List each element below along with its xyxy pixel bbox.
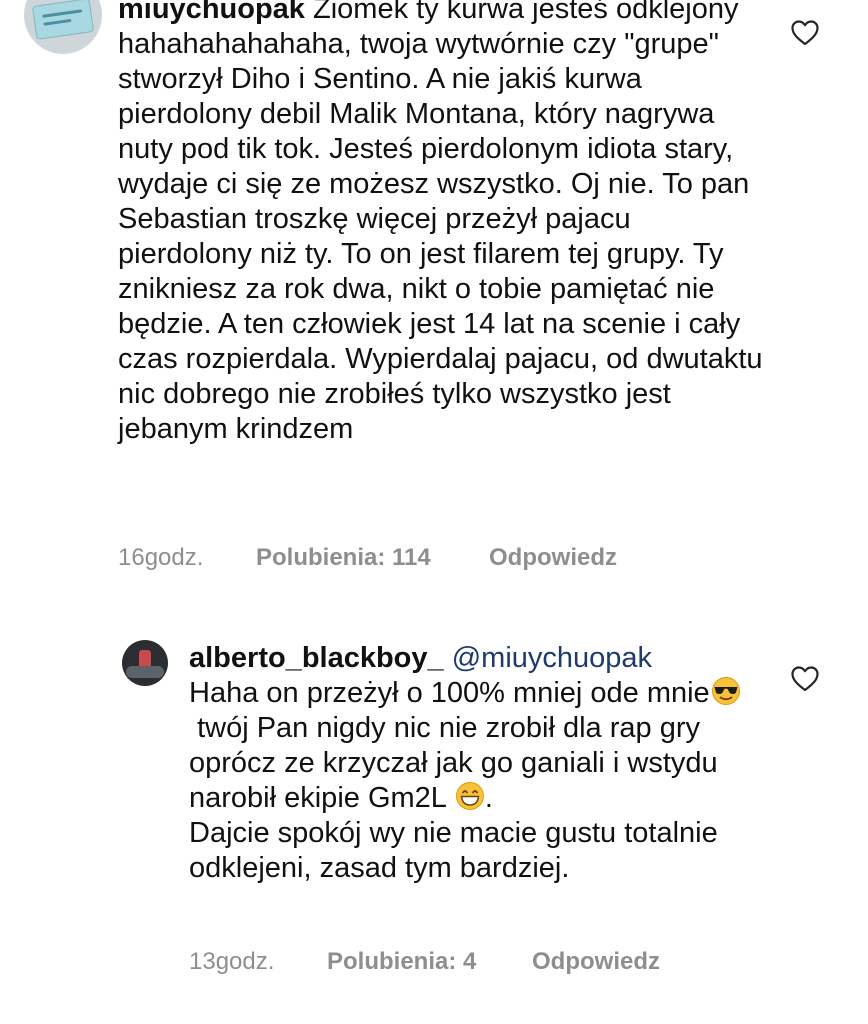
comment-text: Ziomek ty kurwa jesteś odklejony hahahah… [118,0,771,445]
reply-reply-button[interactable]: Odpowiedz [532,947,660,977]
reply-text-line3: . [484,782,493,814]
commenter-avatar[interactable] [24,0,102,54]
reply-body: Haha on przeżył o 100% mniej ode mnie tw… [189,676,749,886]
heart-outline-icon[interactable] [791,666,819,692]
comment-username[interactable]: miuychuopak [118,0,305,25]
reply-header: alberto_blackboy_ @miuychuopak [189,641,652,676]
reply-timestamp: 13godz. [189,948,275,975]
reply-meta: 13godz. Polubienia: 4 Odpowiedz [189,947,660,977]
reply-text-line4: Dajcie spokój wy nie macie gustu totalni… [189,817,726,884]
heart-outline-icon[interactable] [791,20,819,46]
avatar-car-graphic [126,666,164,678]
comment-timestamp: 16godz. [118,544,204,571]
reply-mention[interactable]: @miuychuopak [452,642,652,674]
comment-meta: 16godz. Polubienia: 114 Odpowiedz [118,543,617,573]
reply-username[interactable]: alberto_blackboy_ [189,642,444,674]
comment-body: miuychuopak Ziomek ty kurwa jesteś odkle… [118,0,768,447]
grinning-emoji-icon [455,782,484,810]
reply-likes-count[interactable]: Polubienia: 4 [327,947,532,977]
sunglasses-emoji-icon [711,677,740,705]
avatar-card-graphic [31,0,95,40]
reply-avatar[interactable] [122,640,168,686]
reply-text-line1: Haha on przeżył o 100% mniej ode mnie [189,677,710,709]
comment-likes-count[interactable]: Polubienia: 114 [256,543,489,573]
comment-reply-button[interactable]: Odpowiedz [489,543,617,573]
